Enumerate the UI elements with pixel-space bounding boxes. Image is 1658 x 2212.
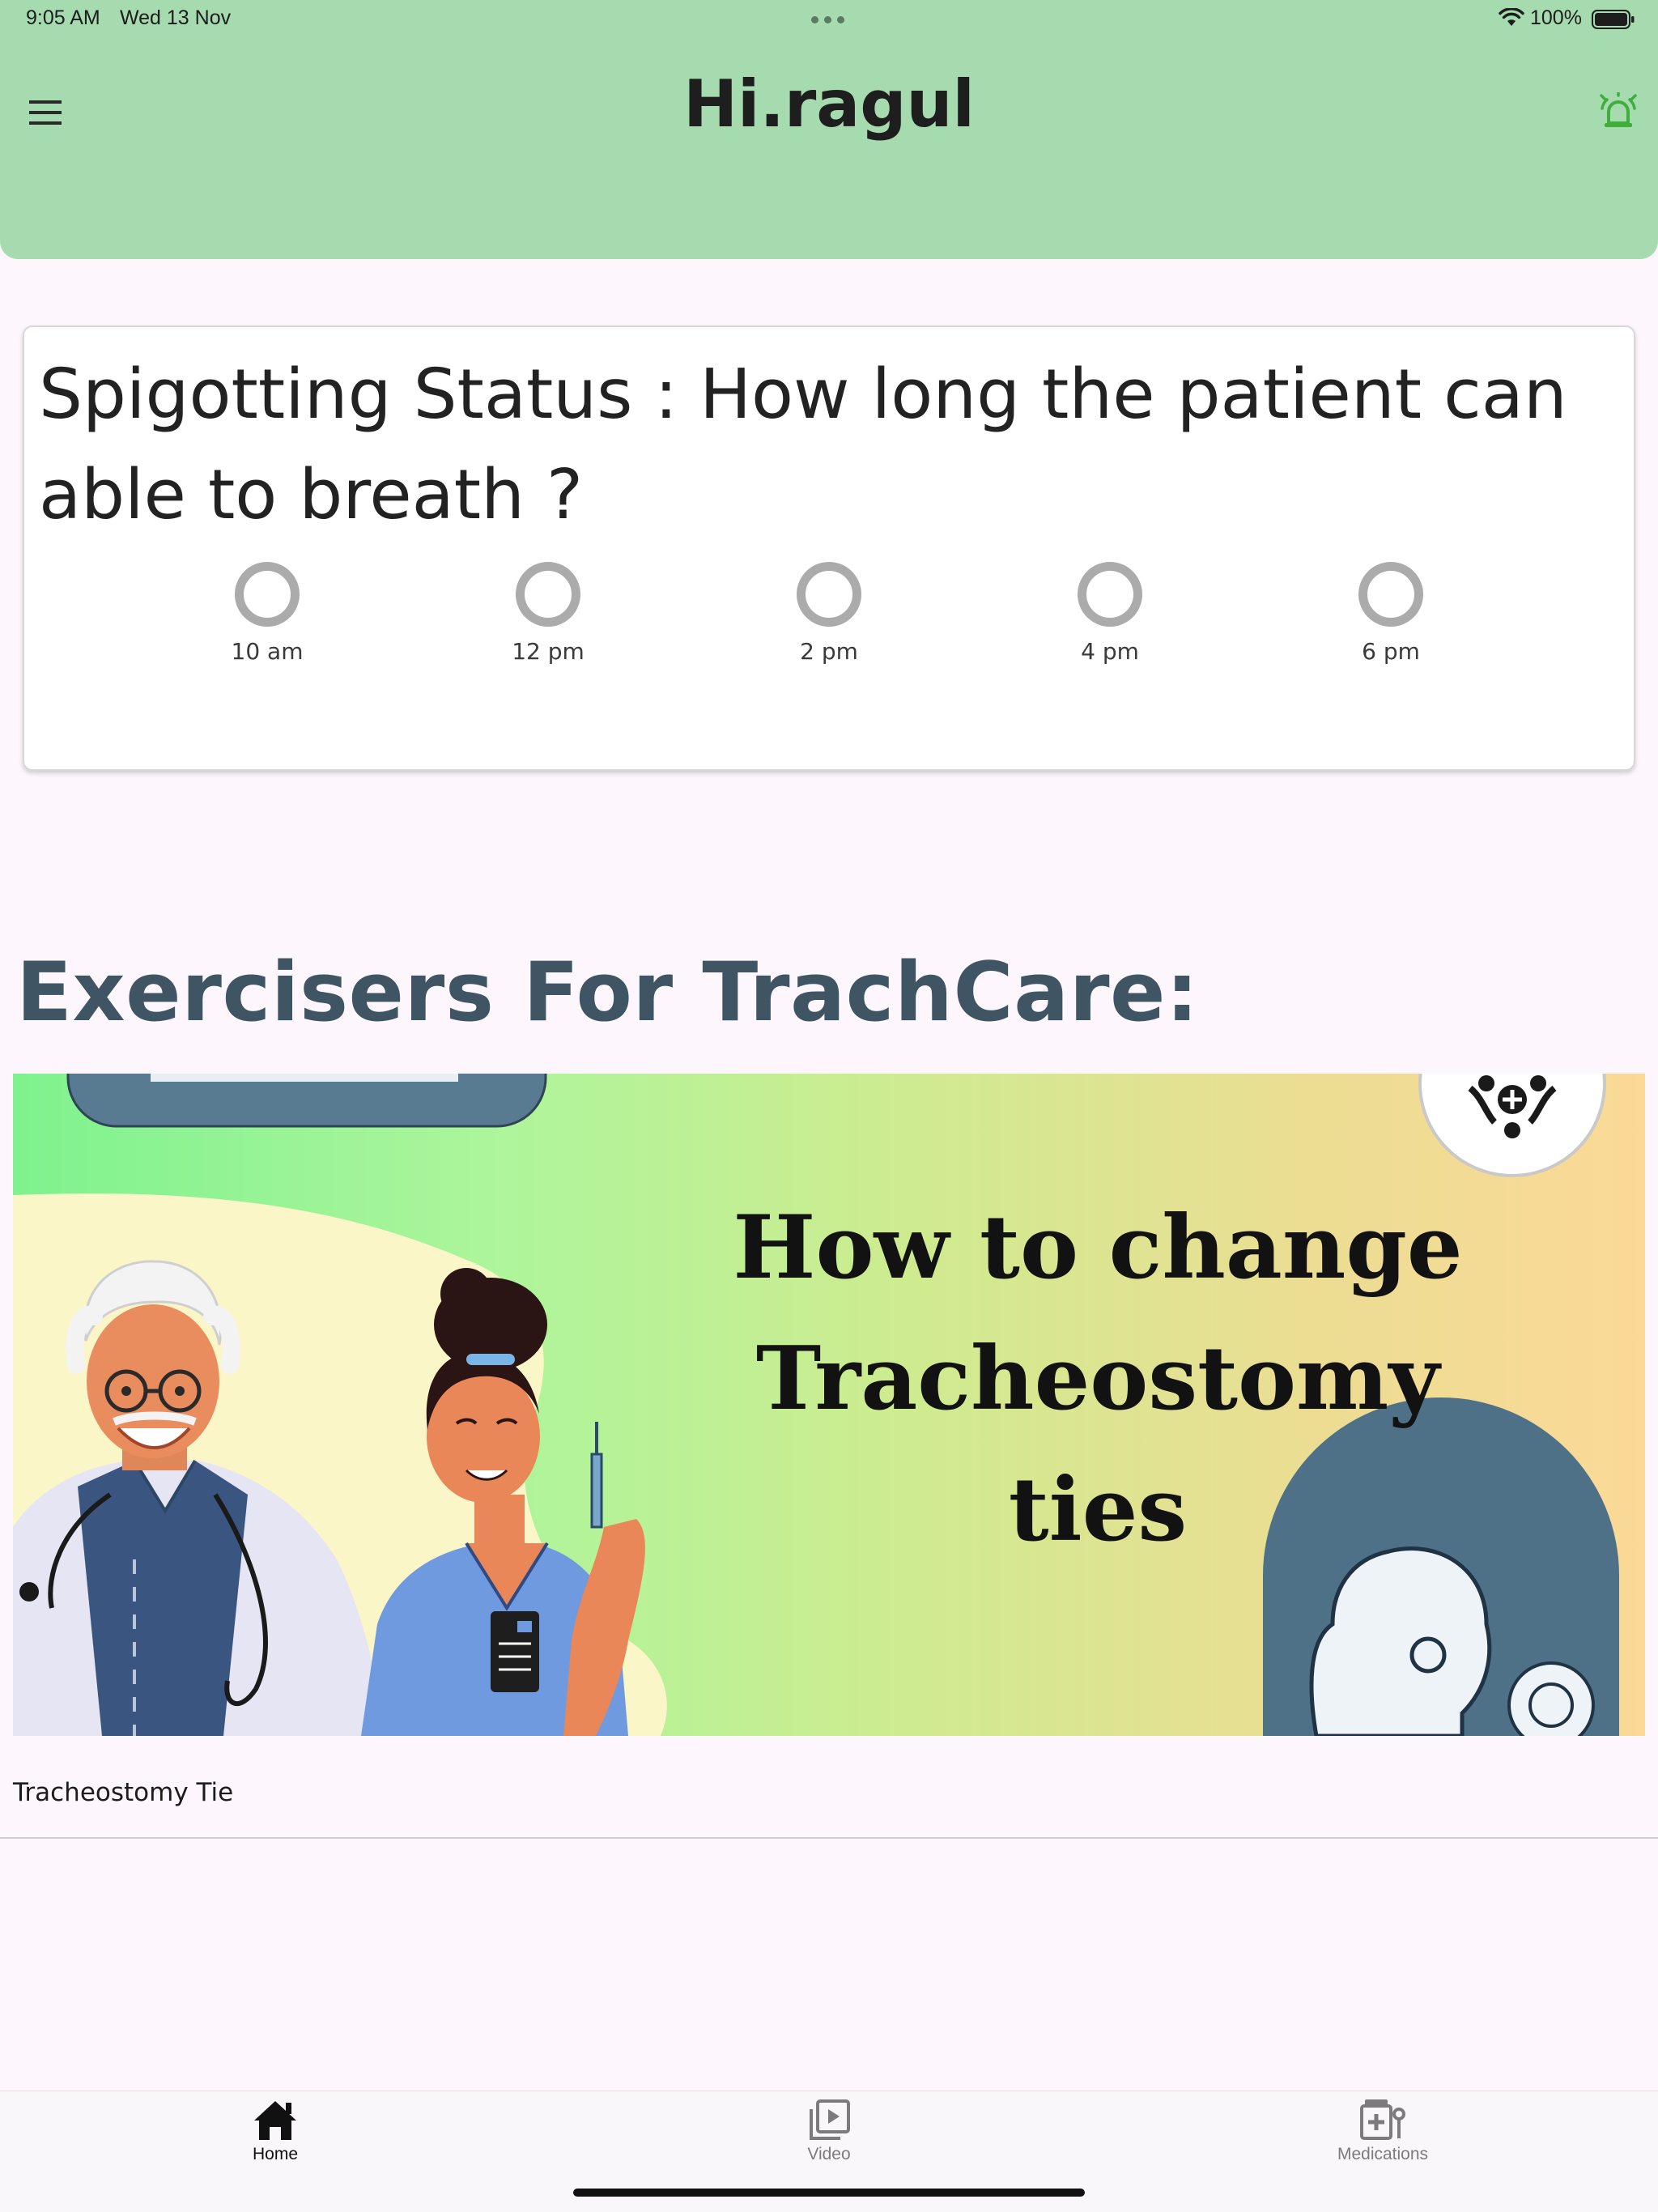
tab-video[interactable]: Video xyxy=(732,2091,926,2164)
home-icon xyxy=(254,2101,296,2140)
time-option-6pm[interactable]: 6 pm xyxy=(1310,562,1472,665)
time-label: 10 am xyxy=(231,638,304,665)
time-label: 2 pm xyxy=(800,638,858,665)
radio-button[interactable] xyxy=(797,562,861,627)
tab-label: Medications xyxy=(1337,2145,1429,2163)
radio-button[interactable] xyxy=(235,562,300,627)
battery-icon xyxy=(1592,10,1635,29)
time-label: 6 pm xyxy=(1362,638,1420,665)
tab-label: Home xyxy=(252,2145,299,2163)
thumbnail-heading-line2: Tracheostomy ties xyxy=(755,1328,1440,1561)
spigot-status-card: Spigotting Status : How long the patient… xyxy=(23,325,1635,771)
video-caption[interactable]: Tracheostomy Tie xyxy=(13,1778,233,1807)
radio-button[interactable] xyxy=(1358,562,1423,627)
time-label: 4 pm xyxy=(1081,638,1139,665)
video-library-icon xyxy=(810,2099,850,2140)
divider xyxy=(0,1837,1658,1839)
video-thumbnail[interactable]: How to change Tracheostomy ties xyxy=(13,1074,1645,1736)
wifi-icon xyxy=(1499,8,1524,26)
battery-percent: 100% xyxy=(1530,6,1582,29)
spigot-question: Spigotting Status : How long the patient… xyxy=(39,355,1567,535)
alarm-bell-icon[interactable] xyxy=(1598,92,1639,130)
exercises-section-title: Exercisers For TrachCare: xyxy=(16,944,1199,1040)
time-option-2pm[interactable]: 2 pm xyxy=(748,562,910,665)
radio-button[interactable] xyxy=(516,562,580,627)
thumbnail-heading: How to change Tracheostomy ties xyxy=(677,1182,1519,1576)
tab-label: Video xyxy=(807,2145,851,2163)
tab-home[interactable]: Home xyxy=(178,2091,372,2164)
thumbnail-heading-line1: How to change xyxy=(733,1197,1463,1299)
radio-button[interactable] xyxy=(1078,562,1142,627)
home-indicator[interactable] xyxy=(573,2189,1085,2197)
time-option-10am[interactable]: 10 am xyxy=(186,562,348,665)
app-header: 9:05 AM Wed 13 Nov 100% Hi.ragul xyxy=(0,0,1658,259)
time-label: 12 pm xyxy=(512,638,585,665)
time-option-4pm[interactable]: 4 pm xyxy=(1029,562,1191,665)
medications-icon xyxy=(1360,2099,1405,2140)
status-time: 9:05 AM xyxy=(26,6,100,29)
status-date: Wed 13 Nov xyxy=(120,6,232,29)
tab-medications[interactable]: Medications xyxy=(1286,2091,1480,2164)
page-title: Hi.ragul xyxy=(683,66,975,142)
time-option-12pm[interactable]: 12 pm xyxy=(467,562,629,665)
multitasking-dots-icon[interactable] xyxy=(811,16,844,23)
